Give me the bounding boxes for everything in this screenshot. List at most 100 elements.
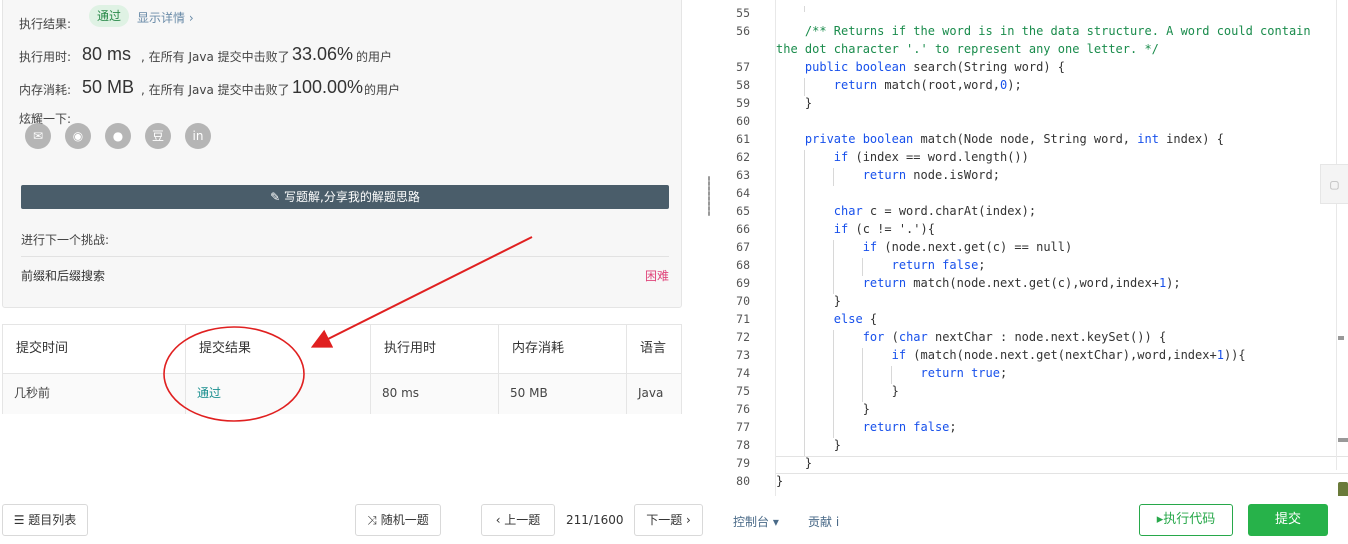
current-line-highlight: [776, 456, 1348, 474]
panel-splitter[interactable]: [704, 0, 714, 496]
show-details-link[interactable]: 显示详情 ›: [137, 9, 194, 26]
code-line: }: [776, 96, 813, 110]
result-link[interactable]: 通过: [197, 386, 221, 400]
code-line: return match(node.next.get(c),word,index…: [862, 276, 1181, 290]
linkedin-icon[interactable]: in: [185, 123, 211, 149]
code-line: if (match(node.next.get(nextChar),word,i…: [891, 348, 1246, 362]
col-header-time: 提交时间: [3, 325, 186, 373]
line-number: 62: [736, 150, 750, 164]
code-line: return node.isWord;: [862, 168, 1000, 182]
runtime-label: 执行用时:: [19, 50, 72, 64]
difficulty-badge: 困难: [645, 269, 670, 283]
memory-percent: 100.00%: [292, 77, 364, 97]
code-line: if (c != '.'){: [833, 222, 935, 236]
line-number: 73: [736, 348, 750, 362]
result-panel: 执行结果: 通过 显示详情 › 执行用时: 80 ms , 在所有 Java 提…: [0, 0, 700, 496]
code-line: if (node.next.get(c) == null): [862, 240, 1073, 254]
prev-problem-button[interactable]: ‹ 上一题: [481, 504, 555, 536]
line-number: 61: [736, 132, 750, 146]
indent-guide: [833, 168, 834, 186]
submit-button[interactable]: 提交: [1248, 504, 1328, 536]
next-challenge-label: 进行下一个挑战:: [21, 233, 110, 247]
indent-guide: [804, 6, 805, 12]
contribute-link[interactable]: 贡献 i: [808, 513, 839, 530]
memory-suffix: 的用户: [364, 83, 401, 97]
line-number: 79: [736, 456, 750, 470]
problem-list-button[interactable]: ☰ 题目列表: [2, 504, 88, 536]
line-number: 59: [736, 96, 750, 110]
splitter-handle[interactable]: [708, 176, 710, 216]
memory-label: 内存消耗:: [19, 83, 72, 97]
editor-scrollbar[interactable]: [1336, 0, 1348, 470]
scrollbar-marker: [1338, 336, 1344, 340]
indent-guide: [833, 240, 834, 294]
submissions-table: 提交时间 提交结果 执行用时 内存消耗 语言 几秒前 通过 80 ms 50 M…: [2, 324, 682, 414]
line-number: 55: [736, 6, 750, 20]
line-number: 66: [736, 222, 750, 236]
console-toggle[interactable]: 控制台 ▾: [733, 513, 779, 530]
code-line: for (char nextChar : node.next.keySet())…: [862, 330, 1167, 344]
line-number: 68: [736, 258, 750, 272]
line-number: 72: [736, 330, 750, 344]
line-number: 67: [736, 240, 750, 254]
wechat-icon[interactable]: ✉: [25, 123, 51, 149]
code-line: }: [776, 474, 784, 488]
indent-guide: [862, 348, 863, 402]
weibo-icon[interactable]: ◉: [65, 123, 91, 149]
next-problem-button[interactable]: 下一题 ›: [634, 504, 703, 536]
code-line: }: [776, 402, 870, 416]
line-number: 58: [736, 78, 750, 92]
memory-value: 50 MB: [82, 77, 135, 97]
result-label: 执行结果:: [19, 17, 72, 31]
line-number: 75: [736, 384, 750, 398]
next-problem-link[interactable]: 前缀和后缀搜索: [21, 267, 105, 284]
indent-guide: [833, 330, 834, 438]
line-number: 71: [736, 312, 750, 326]
run-code-button[interactable]: ▸执行代码: [1139, 504, 1233, 536]
code-line: /** Returns if the word is in the data s…: [804, 24, 1311, 38]
line-number: 56: [736, 24, 750, 38]
col-header-result: 提交结果: [186, 325, 371, 373]
runtime-percent: 33.06%: [292, 44, 354, 64]
code-line: return match(root,word,0);: [833, 78, 1022, 92]
code-line: }: [776, 456, 813, 470]
problem-counter: 211/1600: [566, 513, 624, 527]
line-number: 63: [736, 168, 750, 182]
code-line: if (index == word.length()): [833, 150, 1029, 164]
code-line: public boolean search(String word) {: [804, 60, 1066, 74]
line-number: 64: [736, 186, 750, 200]
cell-time: 几秒前: [3, 373, 186, 414]
code-line: }: [776, 384, 899, 398]
cell-memory: 50 MB: [499, 373, 627, 414]
cell-runtime: 80 ms: [371, 373, 499, 414]
runtime-suffix: 的用户: [356, 50, 393, 64]
douban-icon[interactable]: 豆: [145, 123, 171, 149]
scrollbar-marker: [1338, 438, 1348, 442]
runtime-text: , 在所有 Java 提交中击败了: [141, 50, 290, 64]
code-line: char c = word.charAt(index);: [833, 204, 1037, 218]
side-panel-tab-icon[interactable]: ▢: [1320, 164, 1348, 204]
code-editor[interactable]: 55 56 /** Returns if the word is in the d…: [714, 0, 1348, 542]
line-number: 60: [736, 114, 750, 128]
memory-text: , 在所有 Java 提交中击败了: [141, 83, 290, 97]
col-header-runtime: 执行用时: [371, 325, 499, 373]
cell-result: 通过: [186, 373, 371, 414]
line-number: 76: [736, 402, 750, 416]
indent-guide: [891, 366, 892, 384]
col-header-memory: 内存消耗: [499, 325, 627, 373]
random-problem-button[interactable]: ⤨ 随机一题: [355, 504, 441, 536]
code-line: }: [776, 438, 842, 452]
indent-guide: [862, 258, 863, 276]
divider: [21, 256, 669, 257]
line-number: 70: [736, 294, 750, 308]
write-solution-button[interactable]: ✎ 写题解,分享我的解题思路: [21, 185, 669, 209]
line-number: 80: [736, 474, 750, 488]
qq-icon[interactable]: ●: [105, 123, 131, 149]
code-line: }: [776, 294, 842, 308]
indent-guide: [804, 78, 805, 96]
result-card: 执行结果: 通过 显示详情 › 执行用时: 80 ms , 在所有 Java 提…: [2, 0, 682, 308]
code-line: else {: [833, 312, 878, 326]
line-number: 77: [736, 420, 750, 434]
code-line: the dot character '.' to represent any o…: [776, 42, 1159, 56]
indent-guide: [804, 150, 805, 456]
